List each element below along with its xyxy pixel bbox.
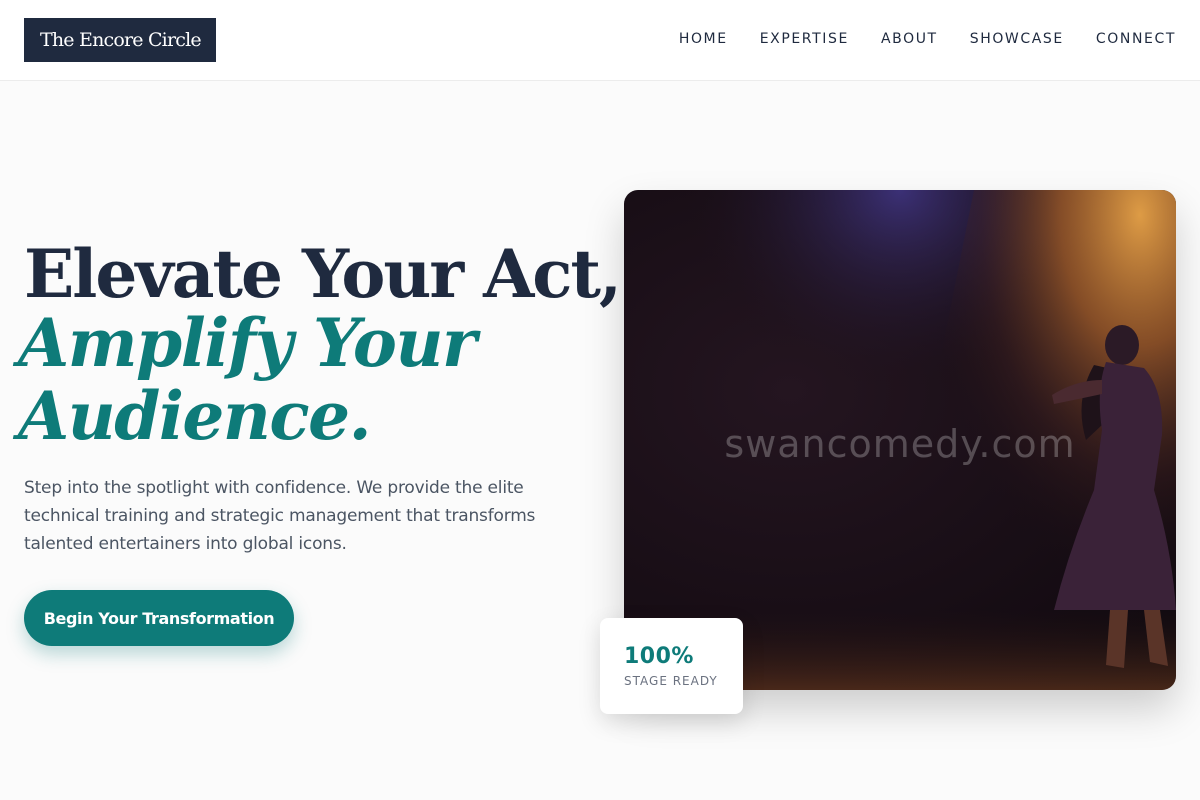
stat-card: 100% STAGE READY [600, 618, 743, 714]
nav-showcase[interactable]: SHOWCASE [970, 29, 1064, 49]
stat-label: STAGE READY [624, 674, 718, 688]
begin-transformation-button[interactable]: Begin Your Transformation [24, 590, 294, 646]
nav-about[interactable]: ABOUT [881, 29, 938, 49]
stat-value: 100% [624, 644, 694, 669]
hero-headline-accent: Amplify Your Audience. [18, 304, 477, 455]
hero-image: swancomedy.com [624, 190, 1176, 690]
main-nav: HOME EXPERTISE ABOUT SHOWCASE CONNECT [679, 29, 1176, 49]
nav-expertise[interactable]: EXPERTISE [760, 29, 849, 49]
brand-logo[interactable]: The Encore Circle [24, 18, 216, 62]
image-watermark: swancomedy.com [724, 422, 1076, 466]
hero-subtitle: Step into the spotlight with confidence.… [24, 478, 536, 554]
site-header: The Encore Circle HOME EXPERTISE ABOUT S… [0, 0, 1200, 81]
nav-connect[interactable]: CONNECT [1096, 29, 1176, 49]
nav-home[interactable]: HOME [679, 29, 728, 49]
